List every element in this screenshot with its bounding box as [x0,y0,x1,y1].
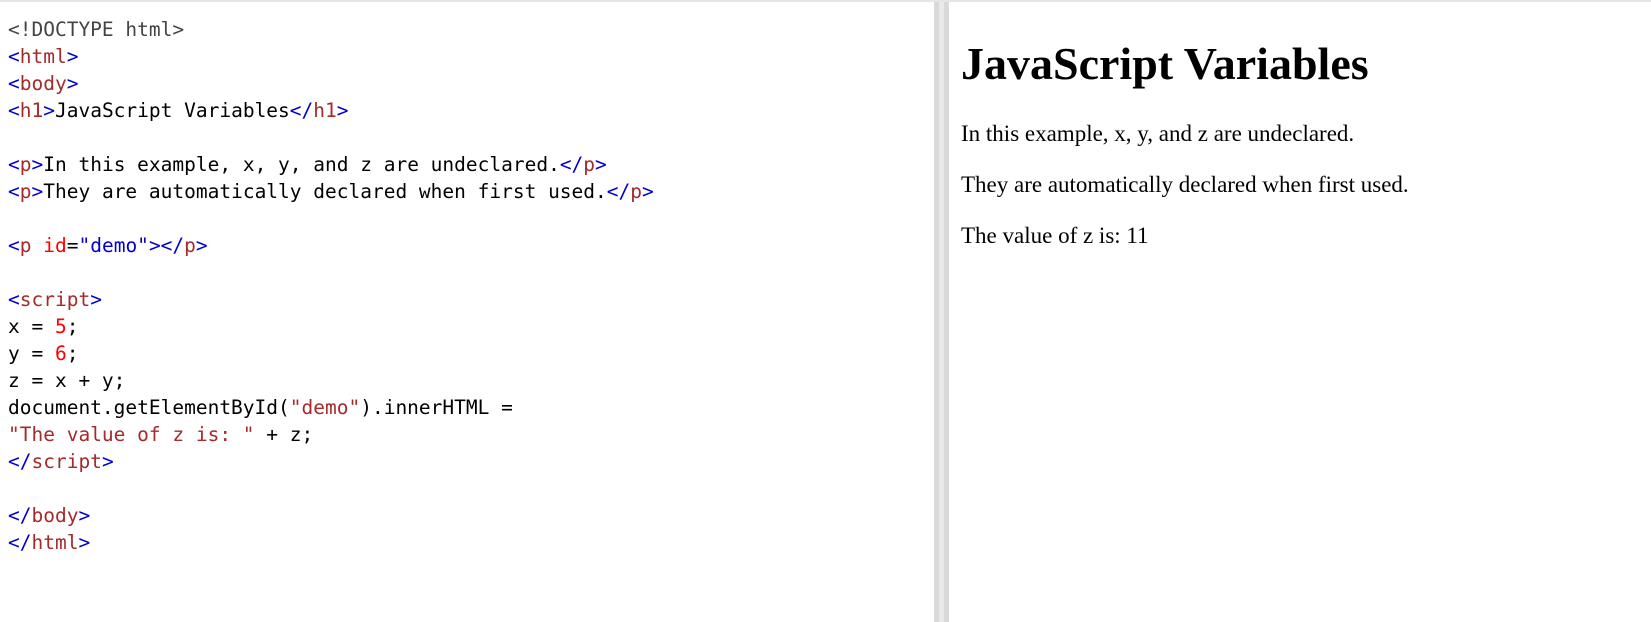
code-line[interactable]: y = 6; [8,340,654,367]
code-line[interactable]: <p>In this example, x, y, and z are unde… [8,151,654,178]
code-token-bracket: </ [606,180,631,203]
code-token-plain: y = [8,342,55,365]
code-line[interactable]: <!DOCTYPE html> [8,16,654,43]
code-token-string: "demo" [289,396,361,419]
code-line[interactable]: <p>They are automatically declared when … [8,178,654,205]
code-token-bracket: </ [289,99,314,122]
code-token-tag: p [19,153,32,176]
code-token-tag: script [19,288,91,311]
code-token-tag: h1 [313,99,337,122]
code-token-bracket: > [43,99,55,122]
code-token-bracket: ></ [148,234,185,257]
code-token-tag: script [31,450,102,473]
code-token-bracket: > [90,288,102,311]
code-token-plain: z = x + y; [8,369,126,392]
code-token-plain: document.getElementById( [8,396,290,419]
code-token-bracket: > [101,450,114,473]
code-token-plain: In this example, x, y, and z are undecla… [43,153,560,176]
splitter-grip[interactable] [939,2,944,622]
code-token-bracket: > [642,180,654,203]
code-line[interactable]: <p id="demo"></p> [8,232,654,259]
code-token-tag: p [19,234,32,257]
code-token-bracket: </ [8,531,32,554]
code-token-bracket: > [195,234,208,257]
code-token-number: 5 [54,315,67,338]
code-token-plain: = [66,234,79,257]
code-token-plain: + z; [254,423,314,446]
code-line[interactable]: </html> [8,529,654,556]
code-token-bracket: > [31,153,44,176]
code-line[interactable]: </script> [8,448,654,475]
code-token-bracket: > [66,72,79,95]
code-token-tag: p [583,153,596,176]
code-editor-pane[interactable]: <!DOCTYPE html> <html> <body> <h1>JavaScrip… [0,2,934,622]
result-pane: JavaScript Variables In this example, x,… [949,2,1651,622]
code-token-plain: JavaScript Variables [54,99,290,122]
code-token-bracket: > [78,531,91,554]
code-line[interactable] [8,205,654,232]
result-demo-output: The value of z is: 11 [961,223,1149,248]
code-token-bracket: > [78,504,91,527]
code-token-doctype: <!DOCTYPE html> [8,18,185,41]
code-token-tag: p [184,234,196,257]
code-line[interactable]: <h1>JavaScript Variables</h1> [8,97,654,124]
code-token-bracket: < [8,99,20,122]
code-token-tag: p [19,180,32,203]
code-token-tag: h1 [19,99,44,122]
result-paragraph-2: They are automatically declared when fir… [961,172,1409,197]
code-token-bracket: > [31,180,44,203]
code-token-bracket: </ [8,504,32,527]
code-token-tag: html [31,531,79,554]
code-token-tag: body [31,504,79,527]
code-token-tag: p [630,180,643,203]
code-token-bracket: > [336,99,349,122]
code-token-string: "The value of z is: " [8,423,255,446]
code-token-bracket: < [8,45,20,68]
code-line[interactable]: x = 5; [8,313,654,340]
code-token-plain: They are automatically declared when fir… [43,180,607,203]
code-token-bracket: > [66,45,79,68]
code-line[interactable] [8,259,654,286]
code-line[interactable]: </body> [8,502,654,529]
code-line[interactable] [8,124,654,151]
result-heading: JavaScript Variables [961,38,1369,89]
code-token-tag: body [19,72,67,95]
code-token-bracket: </ [8,450,32,473]
code-line[interactable] [8,475,654,502]
code-line[interactable]: z = x + y; [8,367,654,394]
code-token-bracket: < [8,234,20,257]
code-token-tag: html [19,45,67,68]
code-token-bracket: < [8,153,20,176]
code-line[interactable]: <html> [8,43,654,70]
code-token-plain: ; [66,315,79,338]
code-token-bracket: < [8,180,20,203]
code-token-bracket: < [8,72,20,95]
code-line[interactable]: "The value of z is: " + z; [8,421,654,448]
code-token-bracket: < [8,288,20,311]
code-token-number: 6 [54,342,67,365]
code-token-attr: id [43,234,67,257]
code-token-plain: ).innerHTML = [360,396,513,419]
code-token-plain: x = [8,315,55,338]
code-token-bracket: </ [559,153,584,176]
code-editor[interactable]: <!DOCTYPE html> <html> <body> <h1>JavaScrip… [8,16,654,556]
code-token-plain: ; [66,342,79,365]
result-paragraph-1: In this example, x, y, and z are undecla… [961,121,1355,146]
code-line[interactable]: <script> [8,286,654,313]
pane-splitter[interactable] [934,2,949,622]
code-line[interactable]: <body> [8,70,654,97]
code-line[interactable]: document.getElementById("demo").innerHTM… [8,394,654,421]
code-token-attrval: "demo" [78,234,149,257]
code-token-bracket: > [595,153,607,176]
